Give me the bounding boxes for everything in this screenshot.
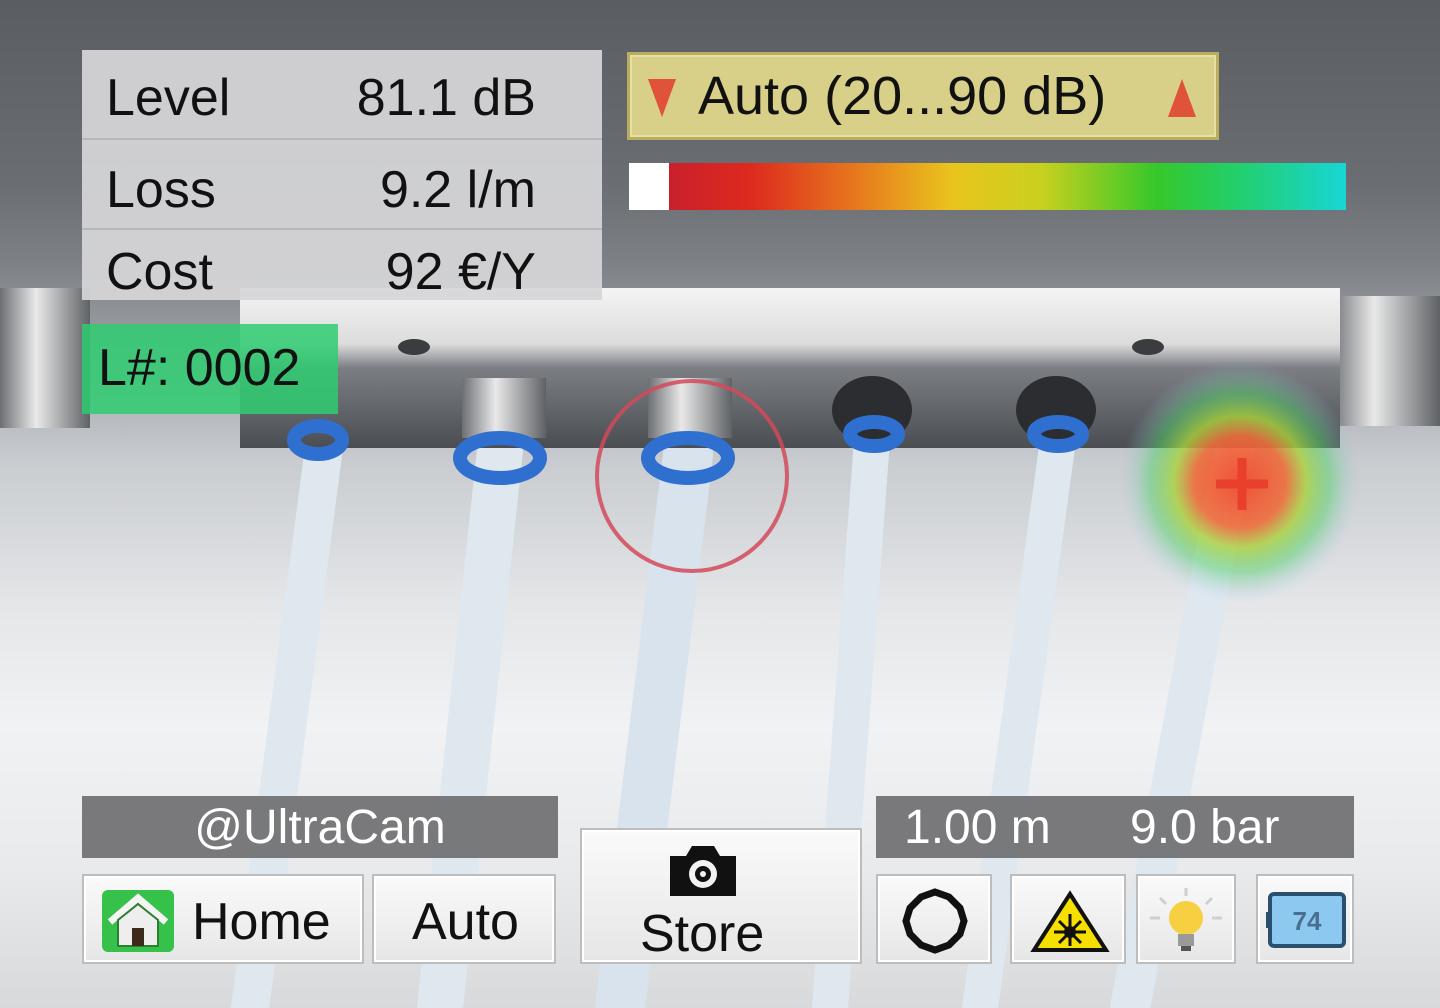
cost-label: Cost	[106, 243, 213, 301]
pressure-value: 9.0 bar	[1130, 801, 1280, 854]
svg-text:74: 74	[1293, 906, 1322, 936]
cost-value: 92 €/Y	[385, 243, 536, 301]
auto-label: Auto	[412, 893, 519, 951]
laser-button[interactable]	[1010, 874, 1126, 964]
cost-row: Cost 92 €/Y	[82, 230, 602, 301]
range-selector[interactable]: Auto (20...90 dB)	[627, 52, 1219, 140]
level-row: Level 81.1 dB	[82, 50, 602, 140]
user-label: @UltraCam	[82, 796, 558, 858]
scale-gradient	[669, 163, 1346, 210]
laser-warning-icon	[1030, 890, 1110, 952]
loss-row: Loss 9.2 l/m	[82, 140, 602, 230]
distance-value: 1.00 m	[904, 801, 1051, 854]
level-value: 81.1 dB	[356, 69, 536, 127]
scale-white-segment	[629, 163, 669, 210]
store-button[interactable]: Store	[580, 828, 862, 964]
settings-button[interactable]	[876, 874, 992, 964]
light-bulb-icon	[1150, 888, 1222, 951]
color-scale-bar	[629, 163, 1346, 210]
light-button[interactable]	[1136, 874, 1236, 964]
range-up-icon[interactable]	[1168, 79, 1196, 117]
loss-label: Loss	[106, 161, 216, 219]
store-label: Store	[640, 905, 765, 963]
home-label: Home	[192, 893, 331, 951]
loss-value: 9.2 l/m	[379, 161, 536, 219]
home-button[interactable]: Home	[82, 874, 364, 964]
settings-gear-icon	[902, 888, 968, 954]
level-label: Level	[106, 69, 231, 127]
status-bar: 1.00 m 9.0 bar	[876, 796, 1354, 858]
leak-number-badge: L#: 0002	[82, 324, 338, 414]
battery-icon: 74	[1266, 892, 1346, 948]
range-label: Auto (20...90 dB)	[698, 66, 1107, 126]
measurement-panel: Level 81.1 dB Loss 9.2 l/m Cost 92 €/Y	[82, 50, 602, 301]
camera-icon	[670, 846, 736, 896]
home-icon	[102, 890, 174, 952]
auto-button[interactable]: Auto	[372, 874, 556, 964]
range-down-icon[interactable]	[648, 79, 676, 117]
battery-button[interactable]: 74	[1256, 874, 1354, 964]
